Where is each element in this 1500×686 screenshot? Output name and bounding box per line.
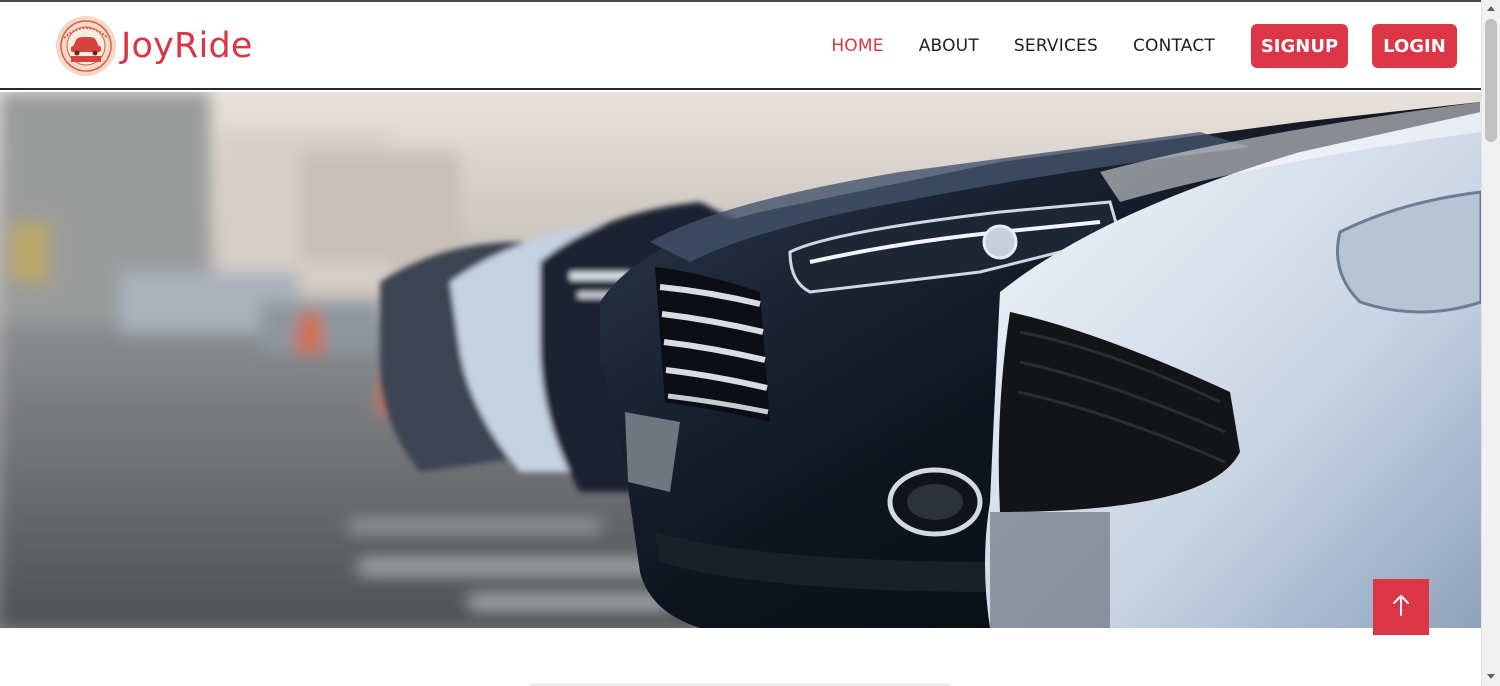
signup-button[interactable]: SIGNUP bbox=[1251, 24, 1348, 68]
hero-image bbox=[0, 92, 1481, 628]
content-section-top bbox=[0, 628, 1481, 686]
nav-services[interactable]: SERVICES bbox=[1014, 36, 1098, 56]
scroll-down-icon[interactable] bbox=[1487, 674, 1495, 679]
login-button[interactable]: LOGIN bbox=[1372, 24, 1457, 68]
nav-contact[interactable]: CONTACT bbox=[1133, 36, 1215, 56]
page: JoyRide HOME ABOUT SERVICES CONTACT SIGN… bbox=[0, 0, 1481, 686]
scroll-to-top-button[interactable] bbox=[1373, 579, 1429, 635]
scroll-up-icon[interactable] bbox=[1487, 6, 1495, 11]
nav-about[interactable]: ABOUT bbox=[919, 36, 979, 56]
brand-link[interactable]: JoyRide bbox=[56, 16, 253, 76]
brand-name: JoyRide bbox=[121, 26, 253, 66]
hero-banner bbox=[0, 92, 1481, 628]
scrollbar-thumb[interactable] bbox=[1485, 19, 1497, 142]
page-scrollbar[interactable] bbox=[1481, 0, 1500, 686]
navbar: JoyRide HOME ABOUT SERVICES CONTACT SIGN… bbox=[0, 2, 1481, 90]
nav-home[interactable]: HOME bbox=[831, 36, 883, 56]
main-nav: HOME ABOUT SERVICES CONTACT SIGNUP LOGIN bbox=[831, 2, 1481, 90]
arrow-up-icon bbox=[1391, 593, 1411, 622]
car-badge-icon bbox=[56, 16, 116, 76]
